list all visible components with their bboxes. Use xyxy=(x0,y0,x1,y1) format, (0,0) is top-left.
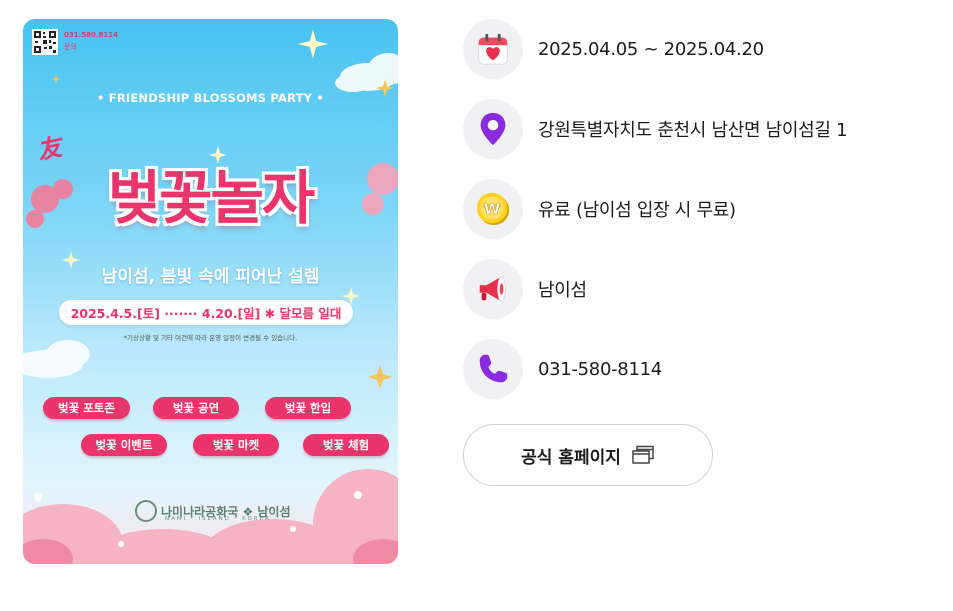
poster-tag-photozone: 벚꽃 포토존 xyxy=(43,397,130,419)
qr-code xyxy=(32,29,58,55)
poster-logo-subtext: NAMI · ISLAND · KOREA xyxy=(165,516,271,522)
megaphone-icon xyxy=(463,259,523,319)
poster-tag-event: 벚꽃 이벤트 xyxy=(81,434,167,456)
info-period-text: 2025.04.05 ~ 2025.04.20 xyxy=(538,38,764,60)
poster-tag-experience: 벚꽃 체험 xyxy=(303,434,389,456)
nami-emblem-icon xyxy=(135,500,157,522)
info-host-row: 남이섬 xyxy=(463,259,587,319)
poster-notice: *기상상황 및 기타 여건에 따라 운영 일정이 변경될 수 있습니다. xyxy=(123,334,298,342)
phone-icon xyxy=(463,339,523,399)
info-phone-row: 031-580-8114 xyxy=(463,339,662,399)
official-homepage-button[interactable]: 공식 홈페이지 xyxy=(463,424,713,486)
info-fee-text: 유료 (남이섬 입장 시 무료) xyxy=(538,200,736,221)
info-host-text: 남이섬 xyxy=(538,280,587,301)
poster-contact-phone: 031.580.8114 xyxy=(64,31,119,39)
festival-poster: 031.580.8114 문의 • FRIENDSHIP BLOSSOMS PA… xyxy=(23,19,398,564)
poster-contact-label: 문의 xyxy=(64,43,77,51)
poster-subtitle: 남이섬, 봄빛 속에 피어난 설렘 xyxy=(101,267,320,287)
info-location-text: 강원특별자치도 춘천시 남산면 남이섬길 1 xyxy=(538,120,848,141)
coin-icon: ₩ xyxy=(463,179,523,239)
location-pin-icon xyxy=(463,99,523,159)
poster-date-range: 2025.4.5.[토] ······· 4.20.[일] ✱ 달모름 일대 xyxy=(59,300,353,325)
poster-tag-bite: 벚꽃 한입 xyxy=(265,397,351,419)
qr-code-icon xyxy=(34,31,56,53)
calendar-heart-icon xyxy=(463,19,523,79)
svg-text:₩: ₩ xyxy=(484,200,501,218)
poster-logo: 나미나라공화국 ❖ 남이섬 NAMI · ISLAND · KOREA xyxy=(135,496,295,526)
poster-main-title: 벚꽃놀자 xyxy=(107,164,315,232)
new-window-icon xyxy=(632,445,654,464)
info-location-row: 강원특별자치도 춘천시 남산면 남이섬길 1 xyxy=(463,99,848,159)
poster-tag-market: 벚꽃 마켓 xyxy=(193,434,279,456)
poster-party-title: • FRIENDSHIP BLOSSOMS PARTY • xyxy=(97,91,324,105)
info-phone-text: 031-580-8114 xyxy=(538,358,662,380)
official-homepage-label: 공식 홈페이지 xyxy=(521,447,621,468)
info-fee-row: ₩ 유료 (남이섬 입장 시 무료) xyxy=(463,179,736,239)
poster-tag-performance: 벚꽃 공연 xyxy=(153,397,239,419)
info-period-row: 2025.04.05 ~ 2025.04.20 xyxy=(463,19,764,79)
